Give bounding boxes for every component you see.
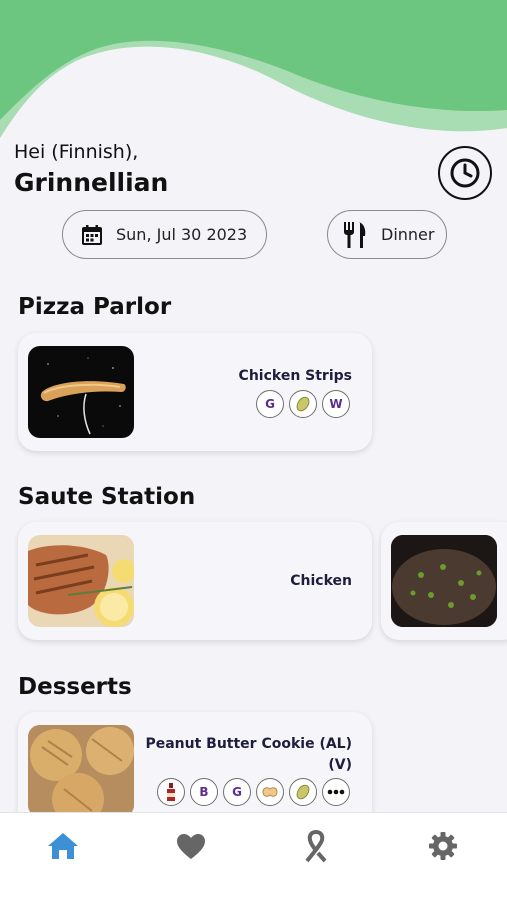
food-image	[391, 535, 497, 627]
gear-icon	[429, 832, 457, 860]
home-icon	[48, 833, 78, 859]
station-title: Saute Station	[18, 484, 196, 510]
menu-item-name: Chicken	[290, 573, 352, 589]
ribbon-icon	[305, 830, 327, 863]
legume-icon	[289, 778, 317, 806]
menu-item-card[interactable]	[381, 522, 507, 640]
header-wave	[0, 0, 507, 138]
calendar-icon	[82, 224, 102, 245]
menu-item-name: Peanut Butter Cookie (AL) (V)	[145, 734, 352, 776]
more-icon[interactable]	[322, 778, 350, 806]
food-image	[28, 535, 134, 627]
menu-item-card[interactable]: Chicken Strips G W	[18, 333, 372, 451]
menu-item-card[interactable]: Chicken	[18, 522, 372, 640]
b-label-icon: B	[190, 778, 218, 806]
food-image	[28, 725, 134, 817]
wheat-icon: W	[322, 390, 350, 418]
dietary-badges: G W	[256, 390, 350, 418]
user-name: Grinnellian	[14, 168, 169, 197]
history-button[interactable]	[438, 146, 492, 200]
alcohol-icon	[157, 778, 185, 806]
tab-home[interactable]	[43, 829, 83, 863]
bottom-tab-bar	[0, 812, 507, 900]
peanut-icon	[256, 778, 284, 806]
menu-item-name: Chicken Strips	[238, 368, 352, 384]
tab-allergens[interactable]	[296, 829, 336, 863]
heart-icon	[177, 833, 205, 859]
tab-settings[interactable]	[423, 829, 463, 863]
gluten-free-icon: G	[223, 778, 251, 806]
tab-favorites[interactable]	[171, 829, 211, 863]
legume-icon	[289, 390, 317, 418]
meal-picker-button[interactable]: Dinner	[327, 210, 447, 259]
dietary-badges: B G	[157, 778, 350, 806]
menu-item-name-line1: Peanut Butter Cookie (AL)	[145, 736, 352, 752]
meal-label: Dinner	[381, 225, 435, 244]
station-title: Pizza Parlor	[18, 294, 172, 320]
gluten-free-icon: G	[256, 390, 284, 418]
clock-icon	[450, 158, 480, 188]
station-title: Desserts	[18, 674, 132, 700]
greeting-text: Hei (Finnish),	[14, 141, 139, 163]
fork-knife-icon	[344, 221, 366, 248]
date-picker-button[interactable]: Sun, Jul 30 2023	[62, 210, 267, 259]
date-label: Sun, Jul 30 2023	[116, 225, 248, 244]
menu-item-name-line2: (V)	[328, 757, 352, 773]
food-image	[28, 346, 134, 438]
